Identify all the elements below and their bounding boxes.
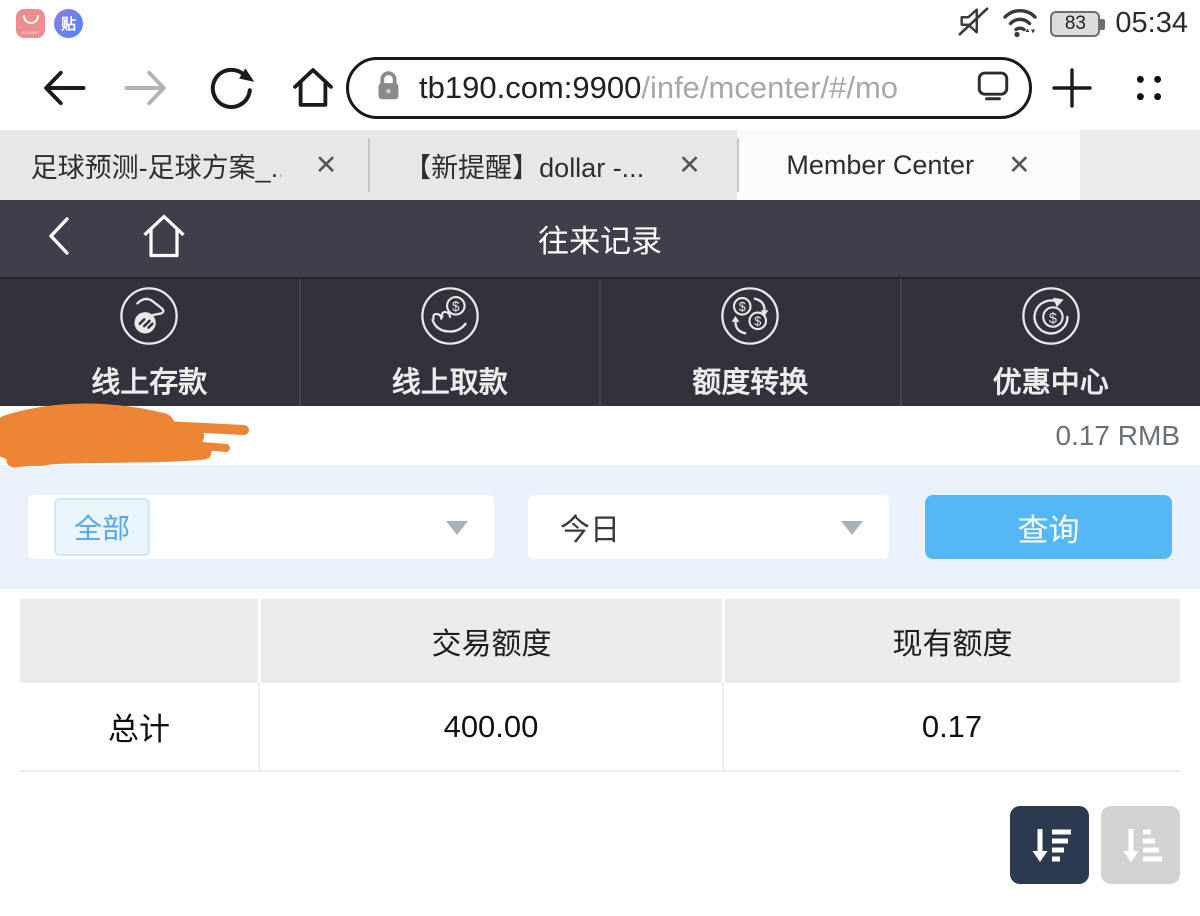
clock: 05:34	[1115, 7, 1188, 39]
coin-cycle-icon: $	[1020, 285, 1082, 352]
close-icon[interactable]: ✕	[315, 150, 338, 181]
url-bar[interactable]: tb190.com:9900/infe/mcenter/#/mo	[346, 56, 1032, 119]
back-button[interactable]	[38, 62, 90, 114]
table-header-row: 交易额度 现有额度	[20, 599, 1180, 683]
page-header: 往来记录	[0, 200, 1200, 277]
nav-label: 线上取款	[391, 366, 508, 399]
table-row-total: 总计 400.00 0.17	[20, 683, 1180, 772]
coins-swap-icon: $ $	[719, 285, 781, 352]
sort-buttons	[1010, 806, 1180, 884]
page-back-icon[interactable]	[40, 211, 80, 266]
nav-label: 线上存款	[91, 366, 208, 399]
filter-bar: 全部 今日 查询	[0, 465, 1200, 589]
home-button[interactable]	[286, 61, 340, 115]
nav-item-online-deposit[interactable]: 线上存款	[0, 279, 299, 406]
svg-text:$: $	[1049, 310, 1057, 326]
huawei-appgallery-icon: HUAWEI	[16, 9, 45, 38]
new-tab-button[interactable]	[1048, 64, 1096, 112]
status-indicators: 83 05:34	[956, 5, 1188, 43]
battery-percent: 83	[1064, 12, 1086, 34]
sort-descending-button[interactable]	[1010, 806, 1089, 884]
close-icon[interactable]: ✕	[1008, 150, 1031, 181]
browser-toolbar: tb190.com:9900/infe/mcenter/#/mo	[0, 45, 1200, 130]
page-home-icon[interactable]	[138, 210, 190, 267]
status-bar: HUAWEI 贴 83 05:34	[0, 0, 1200, 45]
desktop-mode-icon[interactable]	[971, 63, 1015, 112]
query-button[interactable]: 查询	[925, 495, 1172, 559]
close-icon[interactable]: ✕	[678, 150, 701, 181]
svg-text:$: $	[755, 314, 762, 328]
row-label: 总计	[108, 712, 170, 747]
chevron-down-icon	[841, 521, 863, 535]
table-header-empty	[20, 599, 258, 683]
orange-scribble-redaction	[0, 403, 249, 468]
forward-button[interactable]	[120, 62, 172, 114]
mute-icon	[956, 5, 990, 42]
lock-icon	[369, 65, 407, 110]
tab-new-reminder[interactable]: 【新提醒】dollar -... ✕	[368, 130, 737, 200]
tab-member-center[interactable]: Member Center ✕	[737, 130, 1080, 200]
withdraw-hand-coin-icon: $	[419, 285, 481, 352]
tieba-glyph: 贴	[60, 16, 76, 33]
nav-label: 额度转换	[692, 366, 809, 399]
sort-ascending-button[interactable]	[1101, 806, 1180, 884]
tab-title: 【新提醒】dollar -...	[404, 152, 645, 183]
nav-item-promo-center[interactable]: $ 优惠中心	[899, 279, 1200, 406]
battery-icon: 83	[1050, 10, 1106, 37]
transaction-amount: 400.00	[258, 683, 722, 770]
table-header-current: 现有额度	[722, 599, 1180, 683]
refresh-button[interactable]	[202, 61, 256, 115]
menu-button[interactable]	[1126, 65, 1172, 111]
tieba-icon: 贴	[54, 9, 83, 38]
tab-strip-filler	[1080, 130, 1200, 200]
svg-text:$: $	[739, 300, 746, 314]
tab-title: 足球预测-足球方案_...	[30, 152, 281, 183]
balance-amount: 0.17 RMB	[1055, 419, 1181, 451]
nav-item-quota-transfer[interactable]: $ $ 额度转换	[599, 279, 900, 406]
huawei-appgallery-label: HUAWEI	[21, 30, 40, 35]
nav-label: 优惠中心	[992, 366, 1109, 399]
url-text: tb190.com:9900/infe/mcenter/#/mo	[419, 70, 971, 106]
type-filter-select[interactable]: 全部	[28, 495, 494, 559]
tab-football-prediction[interactable]: 足球预测-足球方案_... ✕	[0, 130, 368, 200]
table-header-transaction: 交易额度	[258, 599, 722, 683]
date-filter-select[interactable]: 今日	[528, 495, 889, 559]
quick-nav: 线上存款 $ 线上取款 $ $ 额度转换 $ 优惠中心	[0, 277, 1200, 406]
chevron-down-icon	[446, 521, 468, 535]
tab-title: Member Center	[786, 149, 974, 180]
nav-item-online-withdraw[interactable]: $ 线上取款	[298, 279, 600, 406]
tab-strip: 足球预测-足球方案_... ✕ 【新提醒】dollar -... ✕ Membe…	[0, 130, 1200, 200]
summary-table: 交易额度 现有额度 总计 400.00 0.17	[20, 599, 1180, 772]
url-host: tb190.com:9900	[419, 69, 642, 105]
notification-app-icons: HUAWEI 贴	[16, 9, 83, 38]
screen: HUAWEI 贴 83 05:34 tb190.com:9900/infe/mc…	[0, 0, 1200, 916]
wifi-icon	[1001, 5, 1039, 43]
type-filter-chip: 全部	[54, 498, 151, 556]
deposit-hand-cash-icon	[118, 285, 180, 352]
url-path: /infe/mcenter/#/mo	[641, 69, 899, 105]
balance-row: 0.17 RMB	[0, 403, 1200, 468]
date-filter-value: 今日	[560, 514, 620, 547]
svg-text:$: $	[452, 299, 460, 314]
current-amount: 0.17	[722, 683, 1180, 770]
